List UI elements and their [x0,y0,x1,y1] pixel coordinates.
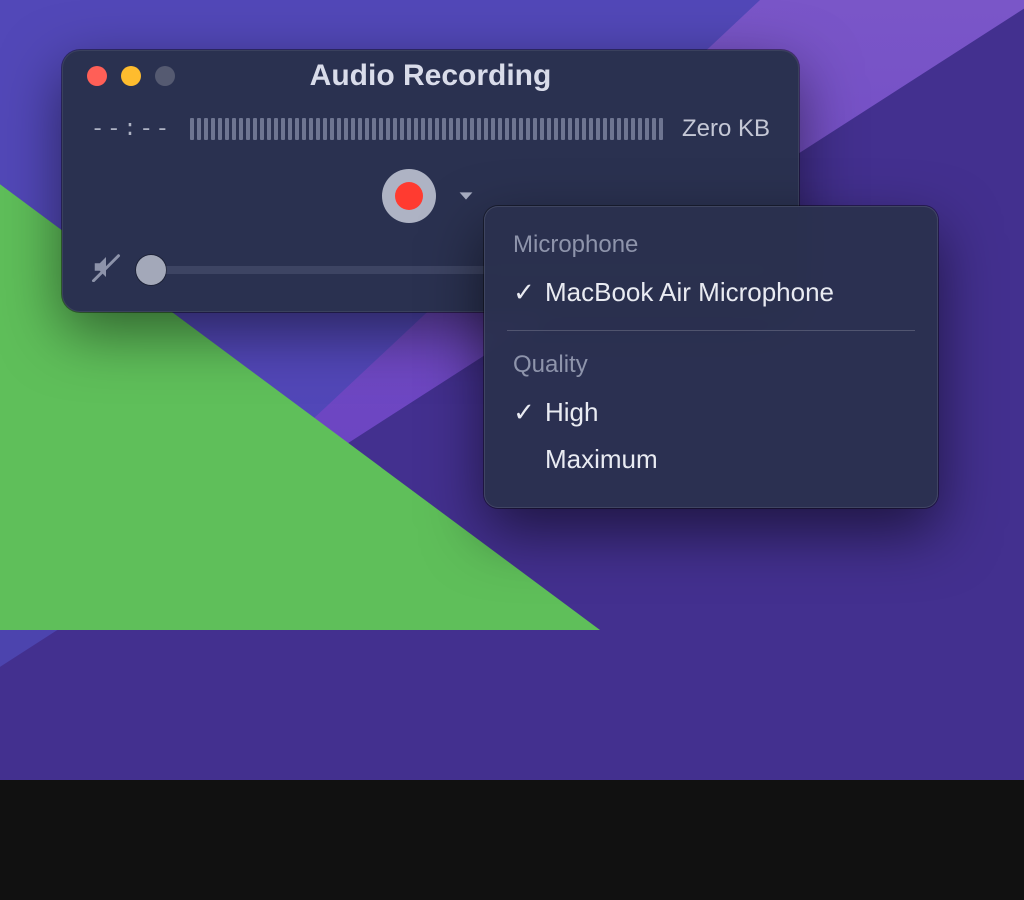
options-dropdown-menu: Microphone ✓ MacBook Air Microphone Qual… [484,206,938,508]
record-button[interactable] [382,169,436,223]
recording-info-row: --:-- Zero KB [63,101,798,143]
close-icon[interactable] [87,66,107,86]
menu-item-label: Maximum [545,444,658,475]
quality-section-title: Quality [485,347,937,389]
chevron-down-icon [455,185,477,207]
window-titlebar[interactable]: Audio Recording [63,51,798,101]
menu-item-label: MacBook Air Microphone [545,277,834,308]
speaker-muted-icon[interactable] [91,252,121,287]
menu-item-label: High [545,397,598,428]
volume-slider-thumb[interactable] [136,255,166,285]
minimize-icon[interactable] [121,66,141,86]
check-icon: ✓ [513,397,535,428]
microphone-option[interactable]: ✓ MacBook Air Microphone [485,269,937,316]
microphone-section-title: Microphone [485,227,937,269]
audio-level-meter [190,118,664,140]
check-icon: ✓ [513,277,535,308]
elapsed-time: --:-- [91,117,172,142]
quality-option-high[interactable]: ✓ High [485,389,937,436]
quality-option-maximum[interactable]: Maximum [485,436,937,483]
menu-separator [507,330,915,331]
zoom-disabled-icon [155,66,175,86]
record-icon [395,182,423,210]
options-dropdown-button[interactable] [452,182,480,210]
file-size-label: Zero KB [682,115,770,143]
window-controls [63,66,175,86]
